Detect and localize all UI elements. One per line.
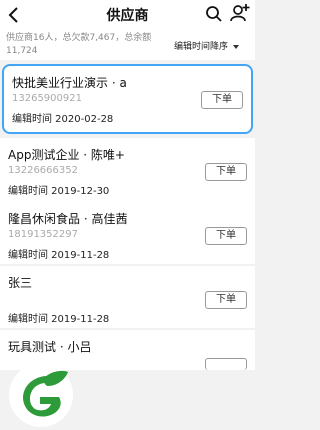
supplier-name: App测试企业 · 陈唯+ xyxy=(8,148,125,162)
list-item[interactable]: 隆昌休闲食品 · 高佳茜 18191352297 编辑时间 2019-11-28… xyxy=(0,202,255,264)
order-button[interactable]: 下单 xyxy=(201,91,243,109)
edit-time: 编辑时间 2020-02-28 xyxy=(12,114,114,125)
order-button[interactable]: 下单 xyxy=(205,291,247,309)
order-button[interactable]: 下单 xyxy=(205,163,247,181)
summary-bar: 供应商16人，总欠款7,467，总余额11,724 编辑时间降序 xyxy=(0,30,255,60)
sort-dropdown[interactable]: 编辑时间降序 xyxy=(174,39,240,52)
supplier-phone: 18191352297 xyxy=(8,229,78,240)
chevron-down-icon xyxy=(233,44,240,49)
edit-time: 编辑时间 2019-12-30 xyxy=(8,186,110,197)
supplier-phone: 13265900921 xyxy=(12,93,82,104)
edit-time: 编辑时间 2019-11-28 xyxy=(8,314,110,325)
supplier-phone: 13226666352 xyxy=(8,165,78,176)
add-user-icon[interactable] xyxy=(230,3,250,23)
search-icon[interactable] xyxy=(205,5,223,23)
list-item[interactable]: 快批美业行业演示 · a 13265900921 编辑时间 2020-02-28… xyxy=(2,64,253,134)
supplier-name: 玩具测试 · 小吕 xyxy=(8,340,92,354)
list-item[interactable]: 张三 编辑时间 2019-11-28 下单 xyxy=(0,266,255,328)
edit-time: 编辑时间 2019-11-28 xyxy=(8,250,110,261)
supplier-name: 快批美业行业演示 · a xyxy=(12,76,127,90)
supplier-name: 隆昌休闲食品 · 高佳茜 xyxy=(8,212,128,226)
list-item[interactable]: App测试企业 · 陈唯+ 13226666352 编辑时间 2019-12-3… xyxy=(0,138,255,202)
top-bar: 供应商 xyxy=(0,0,255,30)
order-button[interactable] xyxy=(205,358,247,370)
sort-label: 编辑时间降序 xyxy=(174,42,229,52)
supplier-name: 张三 xyxy=(8,276,33,290)
app-logo-icon xyxy=(9,363,73,427)
order-button[interactable]: 下单 xyxy=(205,227,247,245)
supplier-summary: 供应商16人，总欠款7,467，总余额11,724 xyxy=(6,33,152,56)
